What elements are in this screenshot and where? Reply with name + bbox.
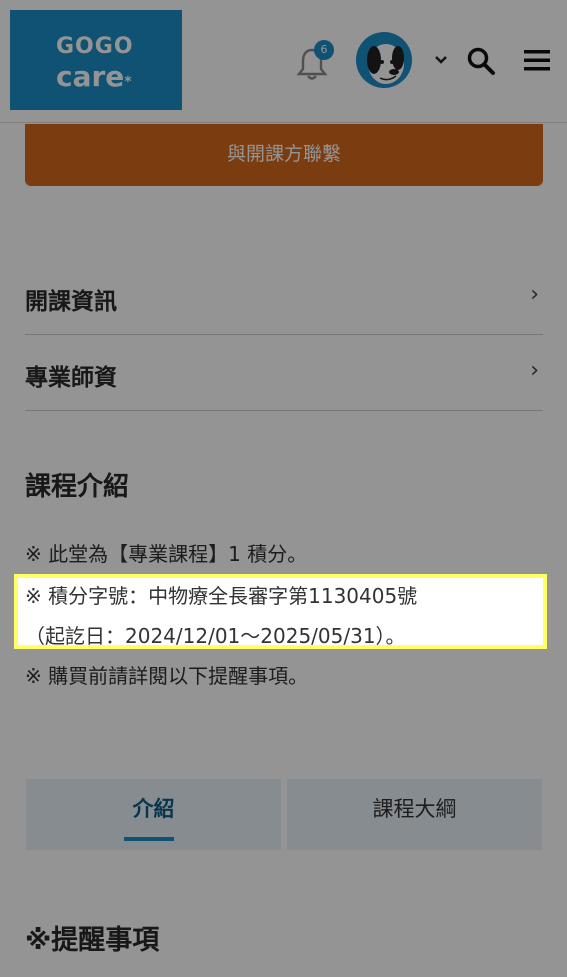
avatar[interactable]: [356, 32, 412, 88]
tab-label: 介紹: [132, 797, 175, 821]
credit-note: ※ 此堂為【專業課程】1 積分。: [25, 542, 308, 566]
logo-text-care: care*: [56, 60, 132, 93]
accordion-label: 專業師資: [25, 365, 117, 391]
notification-badge: 6: [314, 40, 334, 60]
tab-label: 課程大綱: [372, 797, 457, 821]
dog-avatar-icon: [367, 44, 404, 84]
chevron-right-icon: ›: [530, 282, 539, 307]
purchase-note: ※ 購買前請詳閱以下提醒事項。: [25, 664, 309, 688]
search-icon[interactable]: [466, 46, 496, 76]
menu-icon[interactable]: [524, 48, 550, 72]
active-tab-indicator: [124, 837, 174, 841]
course-intro-title: 課程介紹: [25, 472, 130, 502]
chevron-down-icon[interactable]: [433, 54, 449, 66]
highlight-frame: [14, 574, 547, 649]
accordion-label: 開課資訊: [25, 289, 117, 315]
contact-organizer-button[interactable]: 與開課方聯繫: [25, 124, 543, 186]
tab-syllabus[interactable]: 課程大綱: [287, 779, 542, 850]
tab-intro[interactable]: 介紹: [26, 779, 281, 850]
chevron-right-icon: ›: [530, 358, 539, 383]
site-header: GOGO care* 6: [0, 0, 567, 123]
reminder-title: ※提醒事項: [25, 925, 160, 956]
accordion-instructors[interactable]: 專業師資 ›: [25, 336, 543, 411]
accordion-course-info[interactable]: 開課資訊 ›: [25, 260, 543, 335]
gogocare-logo[interactable]: GOGO care*: [10, 10, 182, 110]
logo-text-gogo: GOGO: [56, 34, 134, 59]
